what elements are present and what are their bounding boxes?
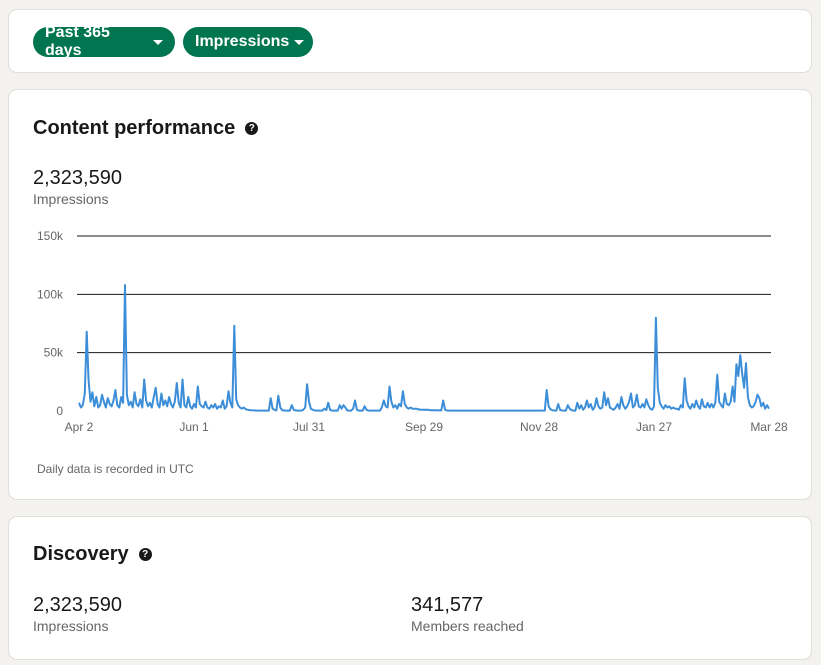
discovery-impressions-label: Impressions: [33, 618, 109, 634]
date-range-label: Past 365 days: [45, 24, 110, 59]
caret-down-icon: [294, 39, 305, 45]
x-tick-label: Jul 31: [293, 420, 325, 434]
metric-label: Impressions: [195, 33, 290, 50]
utc-note: Daily data is recorded in UTC: [37, 462, 194, 476]
x-tick-label: Mar 28: [750, 420, 788, 434]
help-icon[interactable]: ?: [138, 548, 152, 561]
discovery-heading: Discovery ?: [33, 543, 152, 566]
content-performance-card: Content performance ? 2,323,590 Impressi…: [8, 89, 812, 500]
y-tick-label: 150k: [37, 229, 64, 243]
x-tick-label: Nov 28: [520, 420, 558, 434]
y-tick-label: 50k: [44, 346, 64, 360]
x-tick-label: Apr 2: [65, 420, 94, 434]
members-reached-label: Members reached: [411, 618, 524, 634]
caret-down-icon: [153, 39, 163, 45]
x-tick-label: Jun 1: [179, 420, 209, 434]
metric-dropdown[interactable]: Impressions: [183, 27, 313, 57]
filter-card: Past 365 days Impressions: [8, 9, 812, 73]
x-tick-label: Jan 27: [636, 420, 672, 434]
members-reached-value: 341,577: [411, 594, 484, 616]
discovery-title: Discovery: [33, 543, 129, 565]
date-range-dropdown[interactable]: Past 365 days: [33, 24, 175, 59]
impressions-series-line: [78, 284, 770, 412]
discovery-card: Discovery ? 2,323,590 Impressions 341,57…: [8, 516, 812, 660]
y-tick-label: 100k: [37, 287, 64, 301]
impressions-line-chart: 0 50k 100k 150k Apr 2 Jun 1 Jul 31 Sep 29 Nov 28…: [37, 229, 788, 434]
y-tick-label: 0: [56, 404, 63, 418]
discovery-impressions-value: 2,323,590: [33, 594, 122, 616]
x-tick-label: Sep 29: [405, 420, 443, 434]
